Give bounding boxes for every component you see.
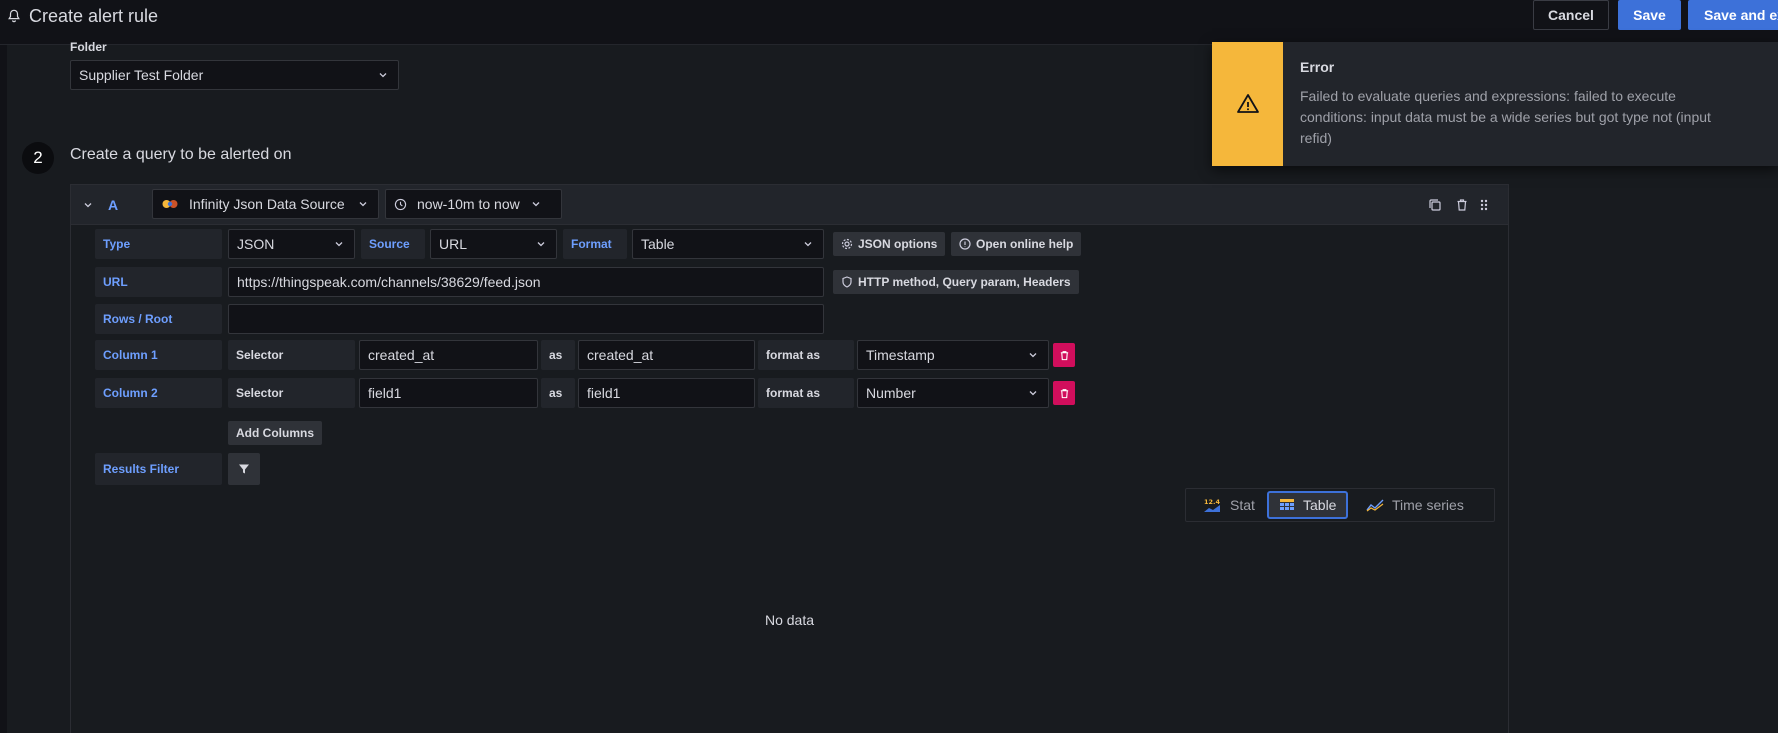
http-options-button[interactable]: HTTP method, Query param, Headers: [833, 270, 1079, 294]
rows-root-input[interactable]: [228, 304, 824, 334]
query-editor: A Infinity Json Data Source now-10m to n…: [70, 184, 1509, 733]
column-1-selector-input[interactable]: created_at: [359, 340, 538, 370]
viz-option-stat[interactable]: 12.4 Stat: [1192, 491, 1265, 519]
column-2-selector-input[interactable]: field1: [359, 378, 538, 408]
column-1-selector-label: Selector: [228, 340, 355, 370]
help-icon: [959, 238, 971, 250]
results-filter-button[interactable]: [228, 453, 260, 485]
bell-icon: [8, 9, 20, 23]
format-value: Table: [641, 236, 675, 252]
viz-option-time-series[interactable]: Time series: [1356, 491, 1474, 519]
column-1-format-as-label: format as: [758, 340, 854, 370]
drag-handle-icon[interactable]: [1477, 198, 1491, 212]
http-options-label: HTTP method, Query param, Headers: [858, 275, 1071, 289]
save-and-exit-button[interactable]: Save and ex: [1688, 0, 1778, 30]
trash-icon[interactable]: [1455, 198, 1469, 212]
cancel-button[interactable]: Cancel: [1533, 0, 1609, 30]
shield-icon: [842, 276, 852, 288]
query-refid[interactable]: A: [108, 197, 118, 213]
open-online-help-button[interactable]: Open online help: [951, 232, 1082, 256]
folder-select[interactable]: Supplier Test Folder: [70, 60, 399, 90]
filter-icon: [239, 464, 249, 474]
type-label: Type: [95, 229, 222, 259]
viz-option-table[interactable]: Table: [1267, 491, 1349, 519]
top-bar: Create alert rule Cancel Save Save and e…: [0, 0, 1778, 45]
column-2-delete-button[interactable]: [1053, 381, 1075, 405]
column-2-label: Column 2: [95, 378, 222, 408]
column-2-format-select[interactable]: Number: [857, 378, 1049, 408]
chevron-down-icon: [359, 202, 367, 207]
infinity-logo-icon: [161, 198, 179, 210]
open-online-help-label: Open online help: [976, 237, 1074, 251]
chevron-down-icon: [335, 242, 343, 247]
chevron-down-icon: [804, 242, 812, 247]
stat-icon: 12.4: [1204, 498, 1221, 512]
chevron-down-icon: [537, 242, 545, 247]
clock-icon: [394, 198, 407, 210]
toast-title: Error: [1300, 59, 1335, 75]
column-2-format-as-label: format as: [758, 378, 854, 408]
trash-icon: [1060, 350, 1068, 360]
format-label: Format: [563, 229, 627, 259]
time-series-icon: [1366, 499, 1384, 512]
step-title: Create a query to be alerted on: [70, 146, 292, 163]
visualization-toggle: 12.4 Stat Table Time series: [1185, 488, 1495, 522]
save-button[interactable]: Save: [1618, 0, 1681, 30]
datasource-select[interactable]: Infinity Json Data Source: [152, 189, 379, 219]
source-select[interactable]: URL: [430, 229, 557, 259]
time-range-picker[interactable]: now-10m to now: [385, 189, 562, 219]
page-title-text: Create alert rule: [29, 5, 159, 26]
table-icon: [1280, 499, 1294, 510]
viz-option-stat-label: Stat: [1230, 497, 1255, 513]
format-select[interactable]: Table: [632, 229, 824, 259]
time-range-value: now-10m to now: [417, 196, 520, 212]
results-filter-label: Results Filter: [95, 453, 222, 485]
column-1-label: Column 1: [95, 340, 222, 370]
page-title: Create alert rule: [7, 4, 158, 28]
column-1-alias-input[interactable]: created_at: [578, 340, 755, 370]
url-label: URL: [95, 267, 222, 297]
viz-option-table-label: Table: [1303, 497, 1337, 513]
trash-icon: [1060, 388, 1068, 398]
type-value: JSON: [237, 236, 275, 252]
datasource-name: Infinity Json Data Source: [189, 196, 345, 212]
rows-root-label: Rows / Root: [95, 304, 222, 334]
viz-option-time-series-label: Time series: [1392, 497, 1464, 513]
warning-icon: [1236, 94, 1259, 113]
add-columns-button[interactable]: Add Columns: [228, 421, 322, 445]
source-value: URL: [439, 236, 468, 252]
column-2-selector-label: Selector: [228, 378, 355, 408]
column-2-alias-input[interactable]: field1: [578, 378, 755, 408]
type-select[interactable]: JSON: [228, 229, 355, 259]
chevron-down-icon[interactable]: [83, 200, 93, 210]
step-number: 2: [22, 142, 54, 174]
duplicate-icon[interactable]: [1428, 198, 1442, 212]
column-1-format-value: Timestamp: [866, 347, 935, 363]
gear-icon: [841, 238, 853, 250]
column-2-as-label: as: [541, 378, 575, 408]
url-input[interactable]: https://thingspeak.com/channels/38629/fe…: [228, 267, 824, 297]
json-options-label: JSON options: [858, 237, 938, 251]
stat-icon-text: 12.4: [1204, 498, 1221, 506]
json-options-button[interactable]: JSON options: [833, 232, 946, 256]
toast-warning-strip: [1212, 42, 1283, 166]
error-toast[interactable]: Error Failed to evaluate queries and exp…: [1212, 42, 1778, 166]
folder-select-value: Supplier Test Folder: [79, 67, 204, 83]
column-1-delete-button[interactable]: [1053, 343, 1075, 367]
column-1-as-label: as: [541, 340, 575, 370]
folder-label: Folder: [70, 40, 107, 54]
chevron-down-icon: [1029, 391, 1037, 396]
chevron-down-icon: [532, 202, 540, 207]
toast-message: Failed to evaluate queries and expressio…: [1300, 88, 1711, 146]
chevron-down-icon: [379, 73, 387, 78]
chevron-down-icon: [1029, 353, 1037, 358]
source-label: Source: [361, 229, 425, 259]
column-1-format-select[interactable]: Timestamp: [857, 340, 1049, 370]
query-header: A Infinity Json Data Source now-10m to n…: [71, 185, 1508, 225]
no-data-message: No data: [764, 612, 815, 628]
column-2-format-value: Number: [866, 385, 916, 401]
